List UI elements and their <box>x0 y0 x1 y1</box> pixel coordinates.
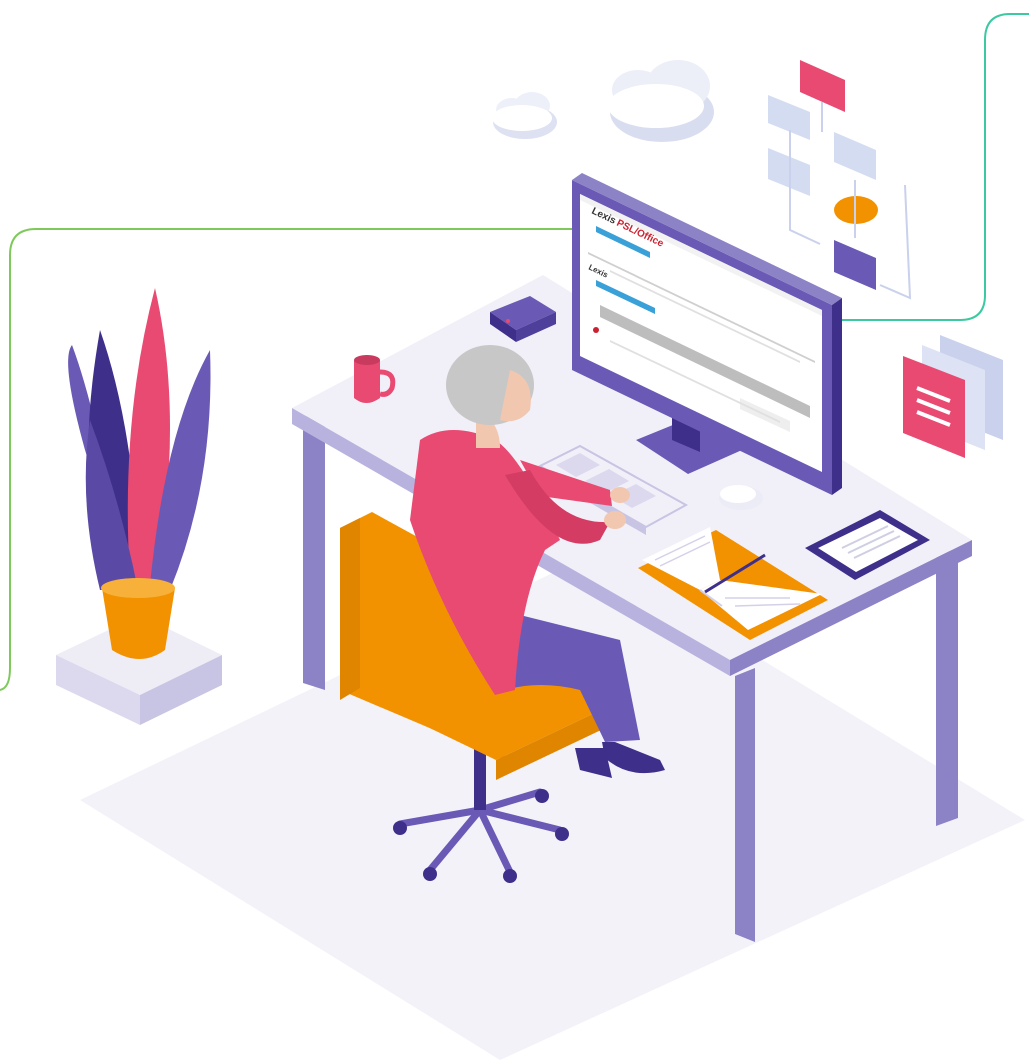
flowchart-icon <box>768 60 912 300</box>
cloud-small-icon <box>492 92 557 139</box>
desk-leg-front <box>735 668 755 942</box>
document-stack-icon <box>903 335 1003 458</box>
potted-plant <box>56 288 222 725</box>
cloud-large-icon <box>608 60 714 142</box>
desk-leg-back-left <box>303 415 325 690</box>
office-illustration: Lexis PSL/Office Lexis <box>0 13 1029 1060</box>
desk-leg-back-right <box>936 548 958 826</box>
